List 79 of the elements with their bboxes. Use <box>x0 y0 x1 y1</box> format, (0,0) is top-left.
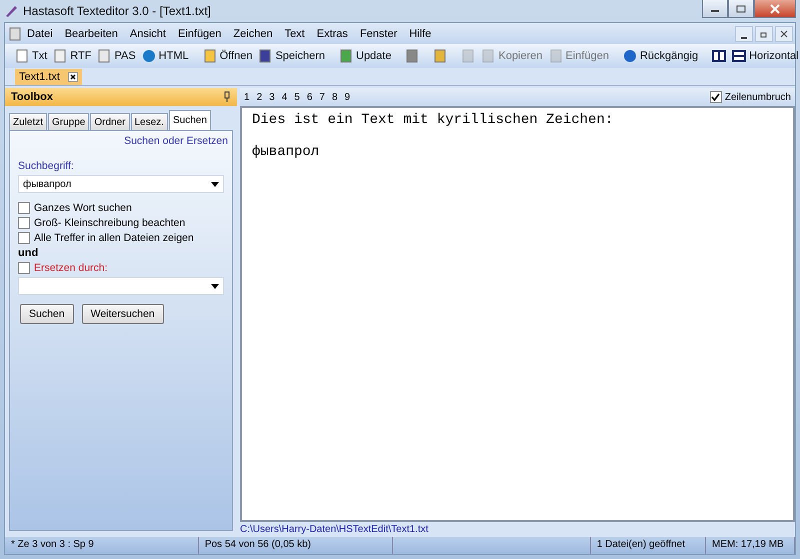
minimize-icon <box>741 36 747 38</box>
toolbar-button[interactable]: Rückgängig <box>620 45 700 67</box>
dropdown-arrow-icon <box>211 284 219 288</box>
column-number: 9 <box>344 92 350 102</box>
panel-tab[interactable]: Suchen <box>168 110 211 130</box>
status-text: Pos 54 von 56 (0,05 kb) <box>204 539 311 550</box>
toolbar-button[interactable]: Öffnen <box>200 45 254 67</box>
checkbox[interactable] <box>18 232 30 244</box>
file-path: C:\Users\Harry-Daten\HSTextEdit\Text1.txt <box>240 523 430 535</box>
pin-icon[interactable] <box>223 91 231 103</box>
menu-item[interactable]: Ansicht <box>124 28 172 40</box>
menu-item[interactable]: Extras <box>310 28 354 40</box>
panel-tab[interactable]: Ordner <box>90 113 130 130</box>
search-field[interactable]: фывапрол <box>18 175 224 193</box>
column-number: 6 <box>306 92 312 102</box>
status-text: * Ze 3 von 3 : Sp 9 <box>11 539 94 550</box>
dropdown-arrow-icon <box>211 182 219 186</box>
column-number: 4 <box>282 92 288 102</box>
menu-item[interactable]: Zeichen <box>227 28 279 40</box>
columns-icon <box>712 49 726 63</box>
check-icon <box>711 93 720 101</box>
close-icon <box>770 4 780 14</box>
checkbox[interactable] <box>18 217 30 229</box>
close-icon <box>780 30 788 38</box>
column-number: 8 <box>332 92 338 102</box>
column-number: 3 <box>269 92 275 102</box>
section-label: und <box>17 247 40 259</box>
menu-item[interactable]: Bearbeiten <box>58 28 124 40</box>
field-label: Suchbegriff: <box>17 160 75 172</box>
column-number: 7 <box>319 92 325 102</box>
toolbar-button[interactable]: PAS <box>95 45 138 67</box>
document-tab[interactable]: Text1.txt <box>15 69 82 85</box>
window-title: Hastasoft Texteditor 3.0 - [Text1.txt] <box>23 4 211 18</box>
replace-field[interactable] <box>18 277 224 295</box>
menu-item[interactable]: Einfügen <box>172 28 228 40</box>
toolbar-button[interactable]: Speichern <box>256 45 327 67</box>
close-icon[interactable] <box>68 72 78 82</box>
menu-item[interactable]: Hilfe <box>403 28 438 40</box>
menu-item[interactable]: Fenster <box>354 28 404 40</box>
restore-icon <box>760 30 768 38</box>
panel-tab[interactable]: Lesez. <box>130 113 168 130</box>
checkbox-label: Alle Treffer in allen Dateien zeigen <box>34 232 194 244</box>
action-button[interactable]: Suchen <box>20 304 74 324</box>
maximize-icon <box>736 4 746 12</box>
checkbox-label: Groß- Kleinschreibung beachten <box>34 217 186 229</box>
pen-icon <box>4 4 18 18</box>
column-number: 5 <box>294 92 300 102</box>
checkbox-label: Ersetzen durch: <box>34 262 108 274</box>
status-text: 1 Datei(en) geöffnet <box>596 539 686 550</box>
menu-item[interactable]: Text <box>278 28 311 40</box>
panel-tab[interactable]: Zuletzt <box>9 113 48 130</box>
column-number: 1 <box>244 92 250 102</box>
column-number: 2 <box>256 92 262 102</box>
text-editor[interactable]: Dies ist ein Text mit kyrillischen Zeichen: фывапрол <box>240 106 795 522</box>
minimize-button[interactable] <box>735 26 753 42</box>
close-button[interactable] <box>754 0 796 18</box>
status-text: MEM: 17,19 MB <box>712 539 784 550</box>
restore-button[interactable] <box>755 26 773 42</box>
checkbox-label: Ganzes Wort suchen <box>34 202 132 214</box>
toolbar-button[interactable]: HTML <box>140 45 191 67</box>
panel-tab[interactable]: Gruppe <box>48 113 90 130</box>
panel-title: Toolbox <box>11 91 53 103</box>
toolbar-button[interactable]: Update <box>337 45 394 67</box>
text-line: фывапрол <box>252 144 320 160</box>
close-button[interactable] <box>775 26 793 42</box>
checkbox[interactable] <box>710 91 722 103</box>
toolbar-button[interactable]: Horizontal <box>730 45 800 67</box>
toolbar-button[interactable]: RTF <box>51 45 94 67</box>
checkbox-label: Zeilenumbruch <box>724 92 791 102</box>
checkbox[interactable] <box>18 262 30 274</box>
action-button[interactable]: Weitersuchen <box>82 304 164 324</box>
menu-item[interactable]: Datei <box>21 28 59 40</box>
checkbox[interactable] <box>18 202 30 214</box>
panel-heading: Suchen oder Ersetzen <box>124 135 228 147</box>
toolbar-button[interactable]: Txt <box>13 45 50 67</box>
rows-icon <box>732 49 746 63</box>
text-line: Dies ist ein Text mit kyrillischen Zeichen: <box>252 112 614 128</box>
minimize-button[interactable] <box>702 0 728 18</box>
maximize-button[interactable] <box>728 0 754 18</box>
